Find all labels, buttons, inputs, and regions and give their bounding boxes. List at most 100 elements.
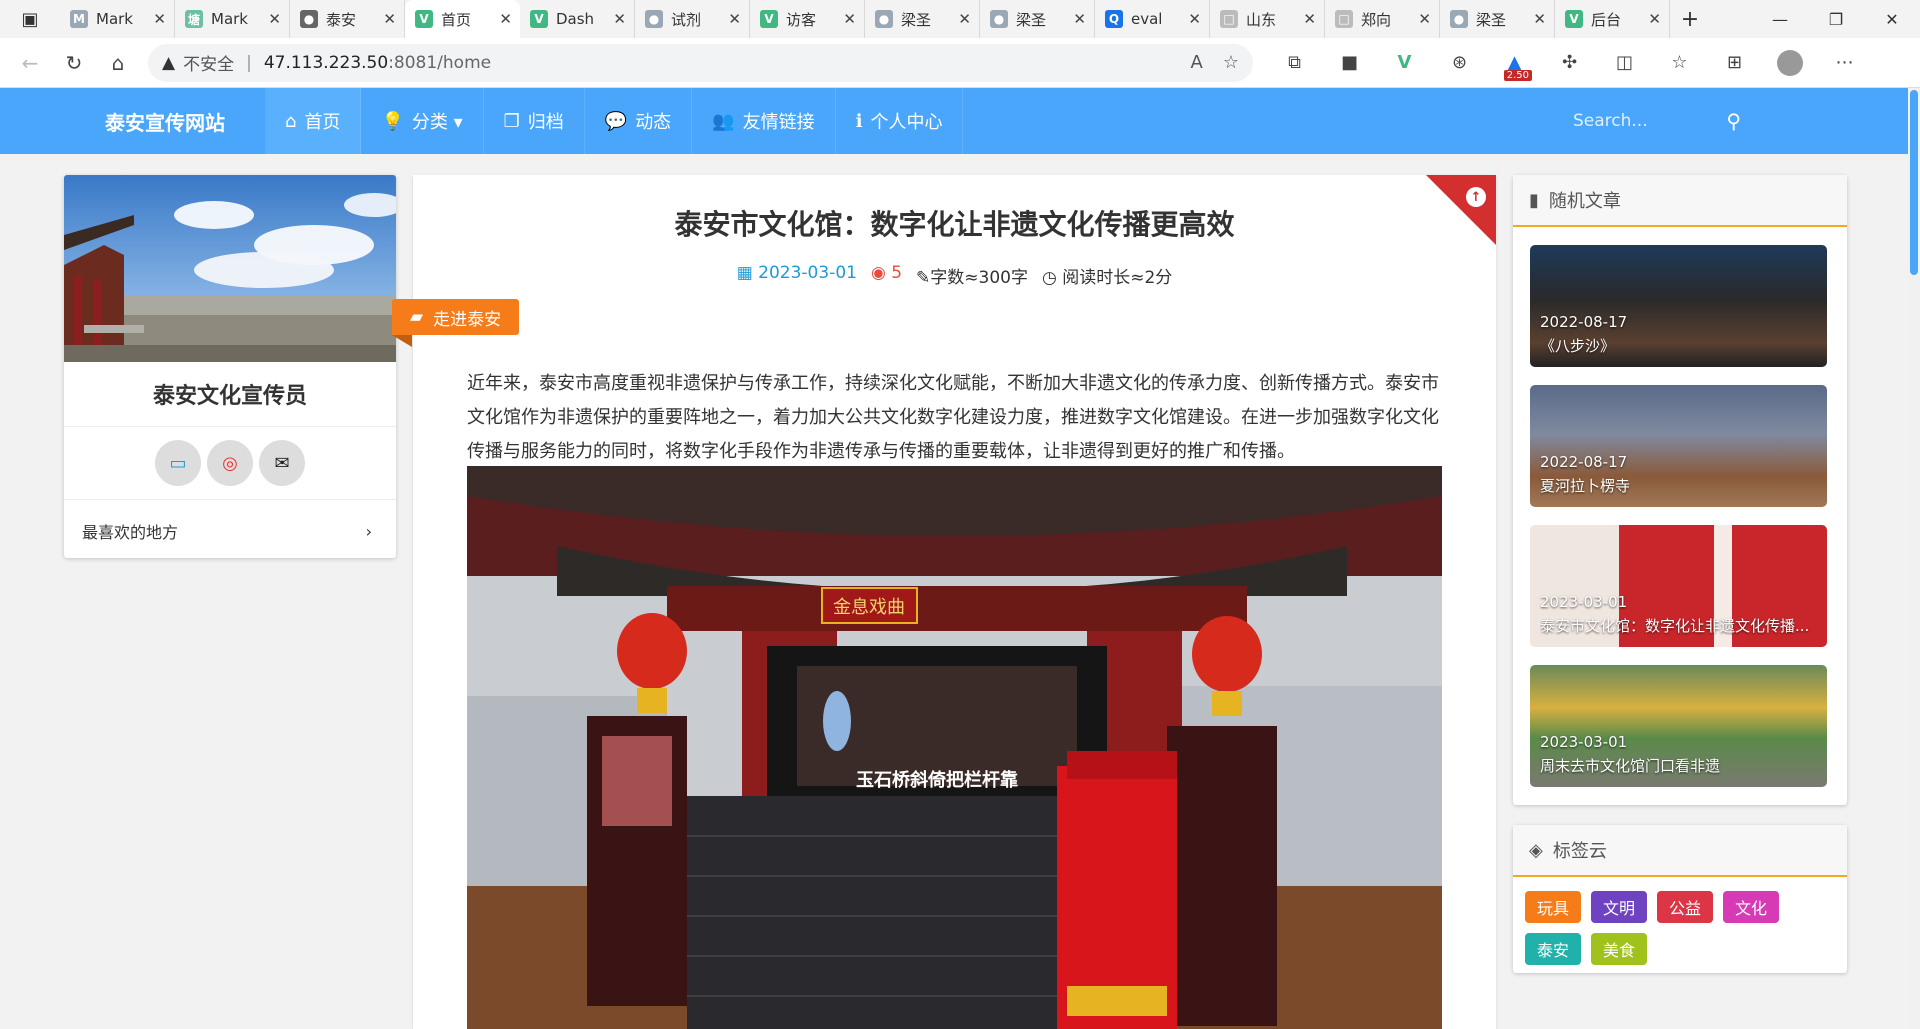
tab-close-icon[interactable]: ✕: [383, 10, 396, 28]
tab-close-icon[interactable]: ✕: [728, 10, 741, 28]
extension-icon[interactable]: ⊛: [1432, 43, 1487, 83]
collections-icon[interactable]: ⧉: [1267, 43, 1322, 83]
bilibili-icon[interactable]: ▭: [155, 440, 201, 486]
nav-item-label: 个人中心: [870, 112, 943, 133]
url-field[interactable]: ▲ 不安全 | 47.113.223.50:8081/home A ☆: [148, 43, 1253, 82]
random-article-item[interactable]: 2022-08-17 《八步沙》: [1530, 245, 1827, 367]
split-screen-icon[interactable]: ◫: [1597, 43, 1652, 83]
tab-title: 梁圣: [901, 10, 932, 29]
tab-close-icon[interactable]: ✕: [153, 10, 166, 28]
tab-actions-icon[interactable]: ▣: [0, 0, 60, 38]
nav-item[interactable]: 💬 动态: [585, 88, 693, 154]
profile-banner-image: [64, 175, 396, 362]
nav-item[interactable]: 👥 友情链接: [692, 88, 836, 154]
tag-chip[interactable]: 文化: [1723, 891, 1780, 923]
tag-chip[interactable]: 美食: [1591, 933, 1648, 965]
restore-icon[interactable]: ❐: [1808, 0, 1864, 38]
site-navbar: 泰安宣传网站 ⌂ 首页 💡 分类 ▾ ❐ 归档 💬 动态 👥 友情链接 ℹ 个人中心 Search..…: [0, 88, 1920, 154]
browser-tab[interactable]: ● 泰安 ✕: [290, 0, 405, 38]
read-aloud-icon[interactable]: A: [1191, 52, 1203, 73]
browser-tab[interactable]: □ 山东 ✕: [1210, 0, 1325, 38]
article-title: 泰安市文化馆：数字化让非遗文化传播更高效: [674, 208, 1235, 241]
extension-badge-icon[interactable]: ▲ 2.50: [1487, 43, 1542, 83]
profile-avatar[interactable]: [1762, 43, 1817, 83]
tab-close-icon[interactable]: ✕: [499, 10, 512, 28]
search-icon[interactable]: ⚲: [1726, 109, 1741, 133]
nav-item[interactable]: ℹ 个人中心: [836, 88, 964, 154]
tab-close-icon[interactable]: ✕: [613, 10, 626, 28]
tab-close-icon[interactable]: ✕: [1303, 10, 1316, 28]
browser-tab[interactable]: ● 梁圣 ✕: [1440, 0, 1555, 38]
top-corner-ribbon: [1426, 175, 1496, 245]
tag-chip[interactable]: 泰安: [1525, 933, 1582, 965]
tab-close-icon[interactable]: ✕: [1418, 10, 1431, 28]
tab-close-icon[interactable]: ✕: [1533, 10, 1546, 28]
window-controls: — ❐ ✕: [1752, 0, 1920, 38]
browser-tab[interactable]: V 首页 ✕: [405, 0, 520, 38]
collections-icon[interactable]: ⊞: [1707, 43, 1762, 83]
nav-item[interactable]: ❐ 归档: [484, 88, 585, 154]
email-icon[interactable]: ✉: [259, 440, 305, 486]
tab-favicon-icon: V: [1565, 10, 1583, 28]
tag-chip[interactable]: 文明: [1591, 891, 1648, 923]
browser-tab[interactable]: V 后台 ✕: [1555, 0, 1670, 38]
tag-chip[interactable]: 公益: [1657, 891, 1714, 923]
random-article-date: 2022-08-17: [1540, 453, 1628, 471]
tag-chip[interactable]: 玩具: [1525, 891, 1582, 923]
favorite-star-icon[interactable]: ☆: [1223, 52, 1239, 73]
extensions-bar: ⧉ ■ V ⊛ ▲ 2.50 ✣ ◫ ☆ ⊞ ⋯: [1267, 43, 1872, 83]
more-menu-icon[interactable]: ⋯: [1817, 43, 1872, 83]
random-article-item[interactable]: 2022-08-17 夏河拉卜楞寺: [1530, 385, 1827, 507]
random-article-item[interactable]: 2023-03-01 泰安市文化馆：数字化让非遗文化传播...: [1530, 525, 1827, 647]
calendar-icon: ▦: [736, 263, 759, 283]
tab-close-icon[interactable]: ✕: [843, 10, 856, 28]
browser-tab[interactable]: ● 梁圣 ✕: [865, 0, 980, 38]
browser-tab[interactable]: Qeval ✕: [1095, 0, 1210, 38]
extension-icon[interactable]: ■: [1322, 43, 1377, 83]
minimize-icon[interactable]: —: [1752, 0, 1808, 38]
tab-title: Mark: [96, 10, 133, 28]
tab-favicon-icon: Q: [1105, 10, 1123, 28]
browser-tab[interactable]: V Dash ✕: [520, 0, 635, 38]
chevron-right-icon: ›: [365, 521, 372, 541]
profile-card: 泰安文化宣传员 ▭ ◎ ✉ 最喜欢的地方 ›: [64, 175, 396, 558]
category-ribbon[interactable]: ▰ 走进泰安: [392, 299, 520, 347]
tab-favicon-icon: 塘: [185, 10, 203, 28]
browser-tab[interactable]: 塘 Mark ✕: [175, 0, 290, 38]
random-article-item[interactable]: 2023-03-01 周末去市文化馆门口看非遗: [1530, 665, 1827, 787]
tab-close-icon[interactable]: ✕: [958, 10, 971, 28]
extensions-puzzle-icon[interactable]: ✣: [1542, 43, 1597, 83]
stage-sign-text: 金息戏曲: [833, 597, 905, 618]
browser-tab[interactable]: V 访客 ✕: [750, 0, 865, 38]
tab-close-icon[interactable]: ✕: [268, 10, 281, 28]
netease-music-icon[interactable]: ◎: [207, 440, 253, 486]
tab-title: 访客: [786, 10, 817, 29]
tab-close-icon[interactable]: ✕: [1648, 10, 1661, 28]
address-toolbar: ← ↻ ⌂ ▲ 不安全 | 47.113.223.50:8081/home A …: [0, 38, 1920, 88]
nav-item[interactable]: 💡 分类 ▾: [361, 88, 484, 154]
article-meta: ▦ 2023-03-01 ◉ 5 ✎字数≈300字 ◷ 阅读时长≈2分: [413, 263, 1496, 288]
site-search-input[interactable]: Search... ⚲: [1553, 88, 1793, 154]
tab-title: 后台: [1591, 10, 1622, 29]
tab-favicon-icon: ●: [990, 10, 1008, 28]
browser-tab[interactable]: ● 梁圣 ✕: [980, 0, 1095, 38]
scrollbar-thumb[interactable]: [1910, 90, 1918, 275]
tab-close-icon[interactable]: ✕: [1188, 10, 1201, 28]
random-article-date: 2022-08-17: [1540, 313, 1628, 331]
vue-devtools-icon[interactable]: V: [1377, 43, 1432, 83]
tab-close-icon[interactable]: ✕: [1073, 10, 1086, 28]
browser-tab[interactable]: □ 郑向 ✕: [1325, 0, 1440, 38]
reload-button[interactable]: ↻: [52, 43, 96, 83]
home-button[interactable]: ⌂: [96, 43, 140, 83]
nav-item-icon: 💡: [381, 110, 404, 132]
arrow-up-icon[interactable]: ↑: [1466, 187, 1486, 207]
back-button[interactable]: ←: [8, 43, 52, 83]
favorites-icon[interactable]: ☆: [1652, 43, 1707, 83]
browser-tab[interactable]: M Mark ✕: [60, 0, 175, 38]
new-tab-button[interactable]: +: [1670, 7, 1710, 32]
nav-item[interactable]: ⌂ 首页: [265, 88, 362, 154]
site-brand[interactable]: 泰安宣传网站: [80, 107, 265, 136]
favorite-place-link[interactable]: 最喜欢的地方 ›: [64, 500, 396, 562]
browser-tab[interactable]: ● 试剂 ✕: [635, 0, 750, 38]
close-window-icon[interactable]: ✕: [1864, 0, 1920, 38]
